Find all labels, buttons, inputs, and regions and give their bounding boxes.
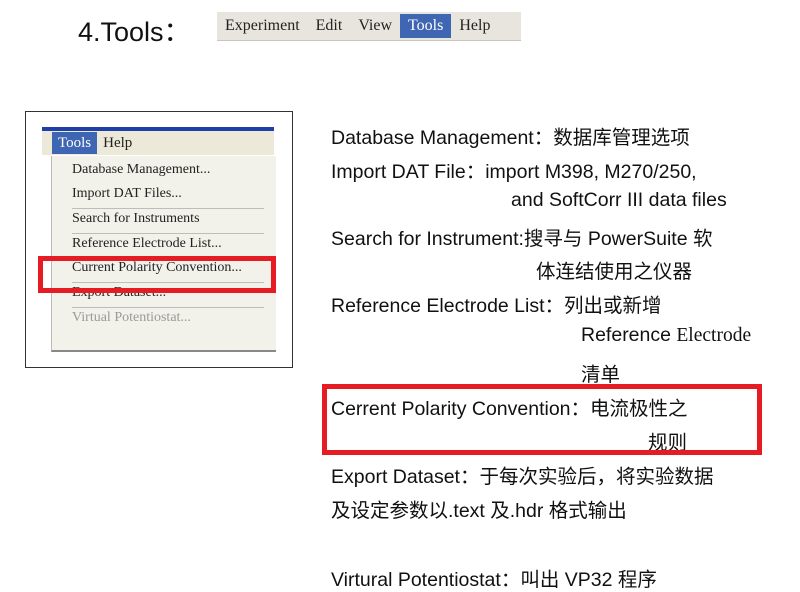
desc-virtual-potentiostat: Virtural Potentiostat：叫出 VP32 程序 [331,569,657,591]
desc-database-management: Database Management：数据库管理选项 [331,127,690,149]
screenshot-menu-tools[interactable]: Tools [52,132,98,154]
desc-reference-electrode-cont2: 清单 [581,364,621,386]
menu-separator [72,233,264,234]
desc-import-dat-file-cont: and SoftCorr III data files [511,189,727,211]
desc-reference-electrode-list: Reference Electrode List：列出或新增 [331,295,662,317]
menu-item-import-dat-files[interactable]: Import DAT Files... [72,186,182,202]
menu-item-search-instruments[interactable]: Search for Instruments [72,211,200,227]
desc-import-dat-file: Import DAT File：import M398, M270/250, [331,161,697,183]
highlight-box-menu [38,256,276,293]
top-menubar: Experiment Edit View Tools Help [217,12,521,41]
menu-item-reference-electrode-list[interactable]: Reference Electrode List... [72,236,222,252]
menu-tools[interactable]: Tools [400,14,452,38]
desc-search-instrument: Search for Instrument:搜寻与 PowerSuite 软 [331,228,713,250]
screenshot-menubar: Tools Help [42,131,274,155]
desc-reference-electrode-cont: Reference Electrode [581,324,751,347]
desc-export-dataset-cont: 及设定参数以.text 及.hdr 格式输出 [331,500,627,522]
menu-view[interactable]: View [350,14,400,38]
menu-help[interactable]: Help [451,14,498,38]
menu-separator [72,208,264,209]
screenshot-window: Tools Help Database Management... Import… [42,127,276,352]
tools-menu-screenshot: Tools Help Database Management... Import… [25,111,293,368]
section-heading: 4.Tools： [78,17,191,47]
desc-search-instrument-cont: 体连结使用之仪器 [536,261,693,283]
desc-export-dataset: Export Dataset：于每次实验后，将实验数据 [331,466,714,488]
menu-item-virtual-potentiostat: Virtual Potentiostat... [72,310,191,325]
screenshot-menu-help[interactable]: Help [97,132,138,154]
desc-electrode-word: Electrode [676,325,752,346]
menu-experiment[interactable]: Experiment [217,14,308,38]
menu-separator [72,307,264,308]
tools-dropdown: Database Management... Import DAT Files.… [51,156,276,352]
menu-item-database-management[interactable]: Database Management... [72,162,210,178]
desc-reference-word: Reference [581,324,671,346]
highlight-box-description [322,384,762,455]
menu-edit[interactable]: Edit [308,14,351,38]
